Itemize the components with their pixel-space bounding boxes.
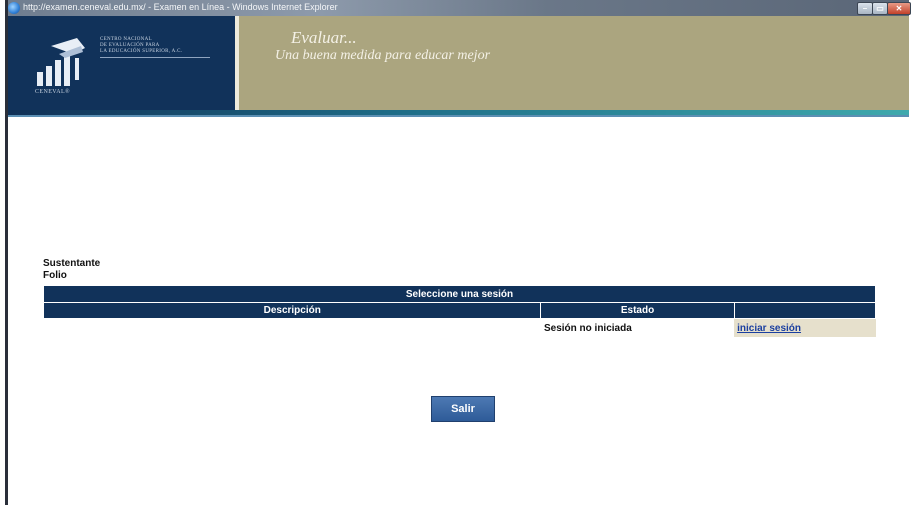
ceneval-logo-icon — [37, 38, 85, 86]
session-status: Sesión no iniciada — [540, 318, 735, 337]
ceneval-logo-panel: CENTRO NACIONAL DE EVALUACIÓN PARA LA ED… — [5, 16, 235, 110]
logo-text: CENTRO NACIONAL DE EVALUACIÓN PARA LA ED… — [100, 37, 182, 55]
logo-divider-line — [100, 57, 210, 58]
site-header: CENTRO NACIONAL DE EVALUACIÓN PARA LA ED… — [5, 16, 909, 110]
header-accent-line — [5, 115, 909, 117]
start-session-link[interactable]: iniciar sesión — [737, 323, 801, 334]
internet-explorer-icon — [8, 2, 20, 14]
maximize-button[interactable]: ▭ — [872, 2, 888, 15]
window-title: http://examen.ceneval.edu.mx/ - Examen e… — [23, 2, 338, 12]
sessions-table: Seleccione una sesión Descripción Estado… — [42, 285, 877, 337]
session-description — [43, 318, 541, 337]
maximize-icon: ▭ — [876, 4, 884, 13]
sessions-table-caption: Seleccione una sesión — [43, 285, 876, 303]
minimize-icon: – — [862, 4, 868, 13]
window-titlebar: http://examen.ceneval.edu.mx/ - Examen e… — [5, 0, 911, 16]
folio-label: Folio — [43, 270, 67, 281]
column-header-description: Descripción — [42, 302, 542, 319]
table-row: Sesión no iniciada iniciar sesión — [43, 318, 876, 337]
sustentante-label: Sustentante — [43, 258, 101, 269]
logo-brand: CENEVAL® — [35, 89, 70, 95]
column-header-status: Estado — [540, 302, 735, 319]
session-action-cell: iniciar sesión — [734, 318, 876, 337]
slogan-title: Evaluar... — [291, 28, 357, 47]
window-left-border — [5, 0, 8, 505]
exit-button[interactable]: Salir — [431, 396, 495, 422]
column-header-action — [733, 302, 877, 319]
minimize-button[interactable]: – — [857, 2, 873, 15]
close-icon: ✕ — [895, 4, 903, 13]
slogan-subtitle: Una buena medida para educar mejor — [275, 48, 491, 63]
close-window-button[interactable]: ✕ — [887, 2, 911, 15]
header-divider — [235, 16, 239, 110]
logo-line-3: LA EDUCACIÓN SUPERIOR, A.C. — [100, 49, 183, 54]
